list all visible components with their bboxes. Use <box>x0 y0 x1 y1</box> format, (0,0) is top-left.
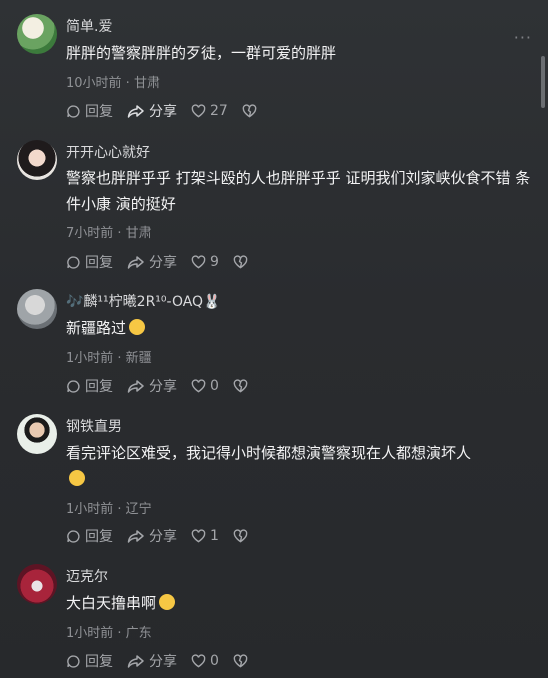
broken-heart-icon <box>242 104 257 118</box>
like-button[interactable]: 9 <box>191 254 219 270</box>
laughing-emoji-icon <box>159 594 176 610</box>
avatar[interactable] <box>17 140 57 180</box>
dislike-button[interactable] <box>233 379 252 393</box>
share-icon <box>127 255 144 269</box>
dizzy-emoji-icon <box>69 470 85 486</box>
broken-heart-icon <box>233 255 248 269</box>
username[interactable]: 🎶麟¹¹柠曦2R¹⁰-OAQ🐰 <box>66 291 221 311</box>
reply-icon <box>67 654 80 668</box>
like-count: 1 <box>210 528 219 544</box>
comment-text: 警察也胖胖乎乎 打架斗殴的人也胖胖乎乎 证明我们刘家峡伙食不错 条件小康 演的挺… <box>66 169 531 213</box>
comment-actions: 回复 分享 9 <box>66 251 266 273</box>
reply-icon <box>67 379 80 393</box>
comment-text-body: 看完评论区难受，我记得小时候都想演警察现在人都想演坏人 <box>66 444 472 462</box>
scrollbar[interactable] <box>541 56 545 108</box>
comment-text-body: 新疆路过 <box>66 319 127 337</box>
share-label: 分享 <box>149 255 177 271</box>
share-icon <box>127 104 144 118</box>
share-icon <box>127 654 144 668</box>
reply-button[interactable]: 回复 <box>66 252 113 272</box>
avatar[interactable] <box>17 289 57 329</box>
like-button[interactable]: 0 <box>191 653 219 669</box>
comment-text: 新疆路过 <box>66 315 536 341</box>
comment-meta: 7小时前 · 甘肃 <box>66 226 152 241</box>
comment-meta: 10小时前 · 甘肃 <box>66 76 160 91</box>
heart-icon <box>191 104 206 118</box>
reply-button[interactable]: 回复 <box>66 526 113 546</box>
share-icon <box>127 529 144 543</box>
comment-actions: 回复 分享 27 <box>66 100 275 122</box>
share-button[interactable]: 分享 <box>127 376 177 396</box>
reply-icon <box>67 529 80 543</box>
comment-text: 看完评论区难受，我记得小时候都想演警察现在人都想演坏人 <box>66 440 536 492</box>
comment-actions: 回复 分享 0 <box>66 375 266 397</box>
reply-icon <box>67 104 80 118</box>
share-label: 分享 <box>149 654 177 670</box>
like-button[interactable]: 1 <box>191 528 219 544</box>
broken-heart-icon <box>233 529 248 543</box>
laughing-emoji-icon <box>129 319 146 335</box>
dislike-button[interactable] <box>233 654 252 668</box>
broken-heart-icon <box>233 654 248 668</box>
like-count: 27 <box>210 103 228 119</box>
comment-meta: 1小时前 · 辽宁 <box>66 502 152 517</box>
share-label: 分享 <box>149 529 177 545</box>
like-count: 0 <box>210 653 219 669</box>
reply-icon <box>67 255 80 269</box>
avatar[interactable] <box>17 14 57 54</box>
username[interactable]: 简单.爱 <box>66 16 112 36</box>
like-count: 0 <box>210 378 219 394</box>
reply-label: 回复 <box>85 654 113 670</box>
avatar[interactable] <box>17 564 57 604</box>
dislike-button[interactable] <box>233 255 252 269</box>
comment-text: 胖胖的警察胖胖的歹徒，一群可爱的胖胖 <box>66 44 337 62</box>
share-icon <box>127 379 144 393</box>
comment-meta: 1小时前 · 广东 <box>66 626 152 641</box>
like-button[interactable]: 27 <box>191 103 228 119</box>
avatar[interactable] <box>17 414 57 454</box>
comment-meta: 1小时前 · 新疆 <box>66 351 152 366</box>
dislike-button[interactable] <box>233 529 252 543</box>
share-button[interactable]: 分享 <box>127 526 177 546</box>
reply-label: 回复 <box>85 104 113 120</box>
reply-label: 回复 <box>85 255 113 271</box>
username[interactable]: 迈克尔 <box>66 566 108 586</box>
reply-button[interactable]: 回复 <box>66 651 113 671</box>
like-button[interactable]: 0 <box>191 378 219 394</box>
comment-actions: 回复 分享 0 <box>66 650 266 672</box>
like-count: 9 <box>210 254 219 270</box>
reply-button[interactable]: 回复 <box>66 376 113 396</box>
heart-icon <box>191 529 206 543</box>
comment-actions: 回复 分享 1 <box>66 525 266 547</box>
heart-icon <box>191 255 206 269</box>
username[interactable]: 钢铁直男 <box>66 416 122 436</box>
share-button[interactable]: 分享 <box>127 101 177 121</box>
share-label: 分享 <box>149 104 177 120</box>
reply-label: 回复 <box>85 529 113 545</box>
dislike-button[interactable] <box>242 104 261 118</box>
reply-button[interactable]: 回复 <box>66 101 113 121</box>
share-label: 分享 <box>149 379 177 395</box>
reply-label: 回复 <box>85 379 113 395</box>
share-button[interactable]: 分享 <box>127 651 177 671</box>
comment-text: 大白天撸串啊 <box>66 590 536 616</box>
broken-heart-icon <box>233 379 248 393</box>
heart-icon <box>191 654 206 668</box>
heart-icon <box>191 379 206 393</box>
comment-text-body: 大白天撸串啊 <box>66 594 157 612</box>
username[interactable]: 开开心心就好 <box>66 142 150 162</box>
share-button[interactable]: 分享 <box>127 252 177 272</box>
